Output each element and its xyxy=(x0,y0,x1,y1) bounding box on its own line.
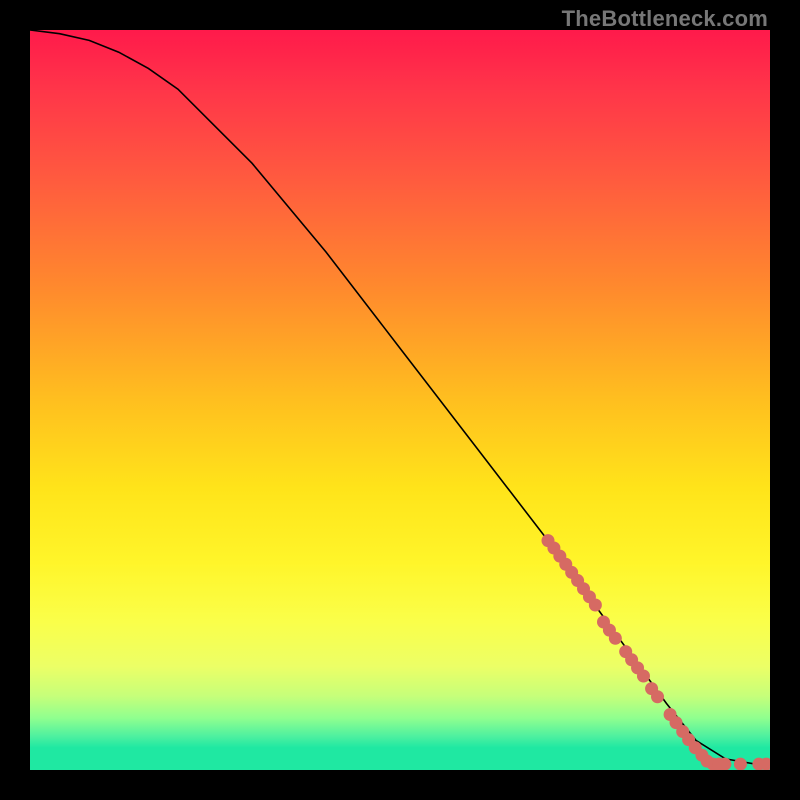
data-point xyxy=(609,632,622,645)
plot-area xyxy=(30,30,770,770)
data-point xyxy=(651,690,664,703)
chart-svg xyxy=(30,30,770,770)
data-point xyxy=(637,670,650,683)
data-point xyxy=(718,758,731,770)
chart-stage: TheBottleneck.com xyxy=(0,0,800,800)
highlight-points-group xyxy=(542,534,771,770)
data-point xyxy=(734,758,747,770)
watermark-text: TheBottleneck.com xyxy=(562,6,768,32)
data-point xyxy=(589,598,602,611)
curve-line xyxy=(30,30,770,764)
